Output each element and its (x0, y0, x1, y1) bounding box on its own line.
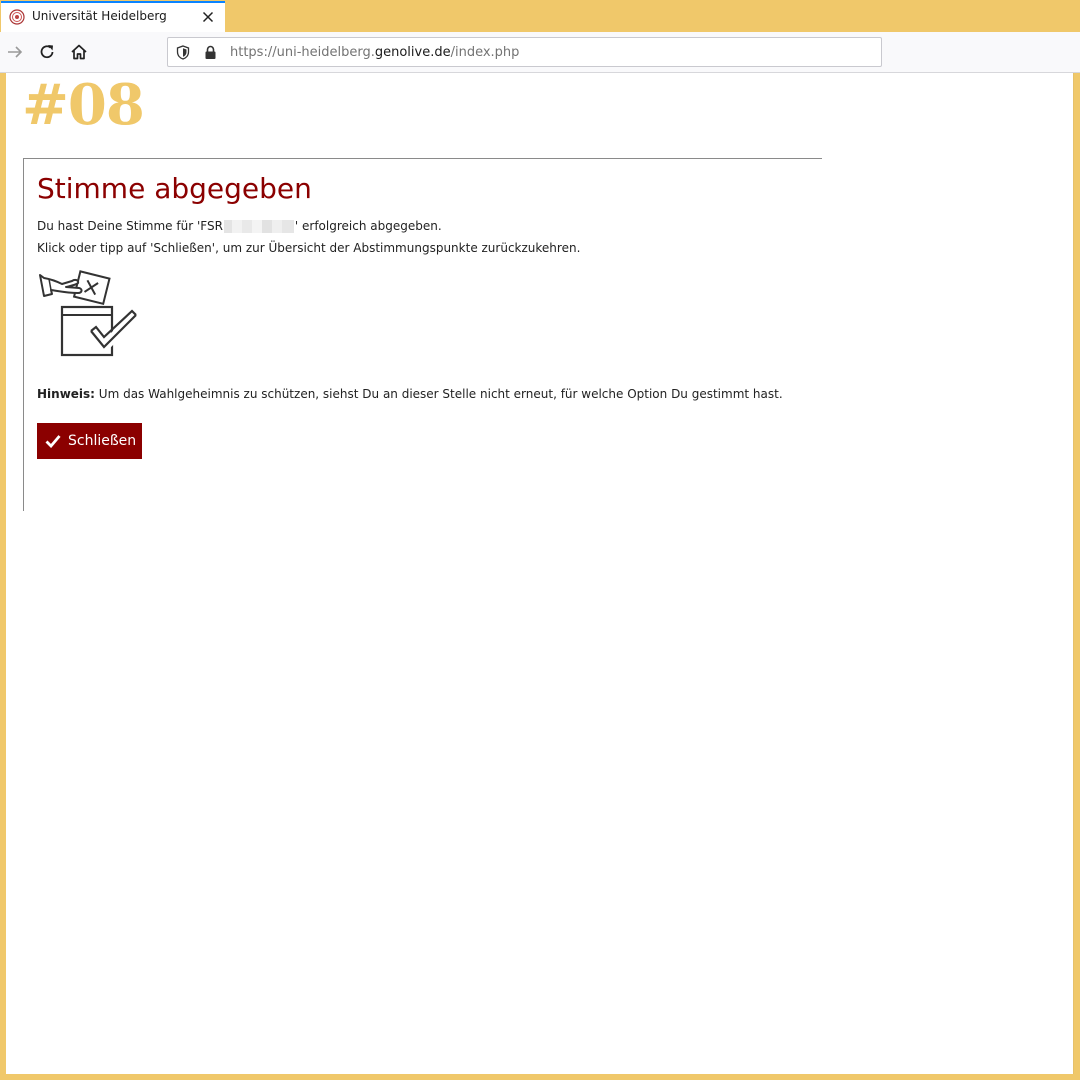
browser-tab[interactable]: Universität Heidelberg (1, 1, 225, 32)
forward-arrow-icon[interactable] (5, 42, 25, 62)
reload-icon[interactable] (37, 42, 57, 62)
instruction-text: Klick oder tipp auf 'Schließen', um zur … (37, 241, 581, 255)
agenda-item-number: #08 (22, 73, 145, 138)
close-button[interactable]: Schließen (37, 423, 142, 459)
lock-icon[interactable] (204, 45, 217, 60)
url-text[interactable]: https://uni-heidelberg.genolive.de/index… (230, 45, 519, 60)
tracking-shield-icon[interactable] (176, 45, 190, 60)
hint-text: Um das Wahlgeheimnis zu schützen, siehst… (94, 387, 783, 401)
redacted-text (223, 220, 294, 233)
close-tab-icon[interactable] (200, 9, 216, 25)
university-seal-icon (9, 9, 25, 25)
close-button-label: Schließen (68, 433, 137, 449)
checkmark-icon (45, 435, 61, 448)
home-icon[interactable] (69, 42, 89, 62)
page-title: Stimme abgegeben (37, 172, 312, 205)
vote-confirmation-panel: Stimme abgegeben Du hast Deine Stimme fü… (23, 158, 822, 511)
confirmation-message: Du hast Deine Stimme für 'FSR ' erfolgrei… (37, 219, 442, 233)
tab-title: Universität Heidelberg (32, 9, 167, 23)
navigation-bar: https://uni-heidelberg.genolive.de/index… (0, 32, 1080, 73)
hint-label: Hinweis: (37, 387, 95, 401)
ballot-box-icon (39, 270, 138, 357)
tab-bar: Universität Heidelberg (0, 0, 1080, 32)
address-bar[interactable]: https://uni-heidelberg.genolive.de/index… (167, 37, 882, 67)
page-viewport: #08 Stimme abgegeben Du hast Deine Stimm… (6, 73, 1074, 1074)
privacy-hint: Hinweis: Um das Wahlgeheimnis zu schütze… (37, 387, 783, 401)
